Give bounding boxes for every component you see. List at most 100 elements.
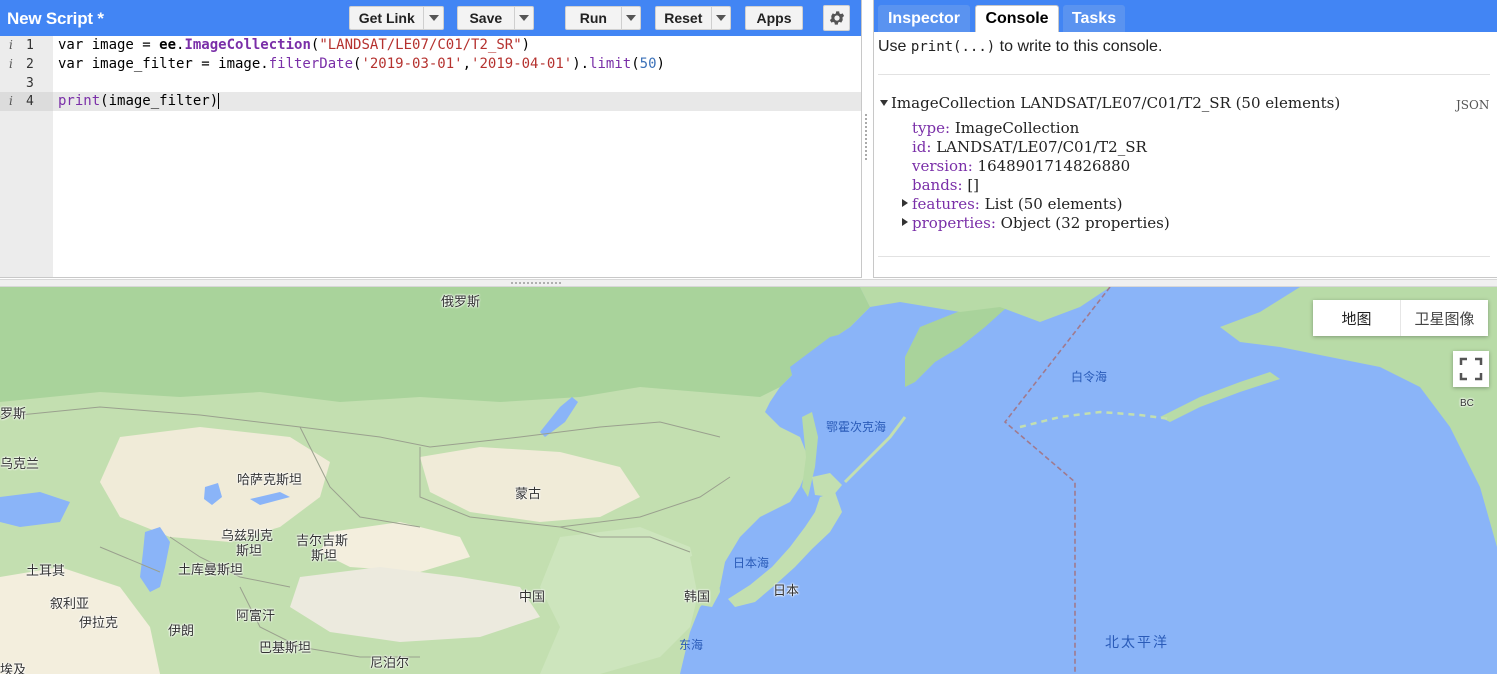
get-link-button[interactable]: Get Link [349, 6, 444, 30]
right-panel: Inspector Console Tasks Use print(...) t… [873, 0, 1497, 278]
panel-tabs: Inspector Console Tasks [874, 0, 1497, 32]
fullscreen-button[interactable] [1453, 351, 1489, 387]
code-token: '2019-04-01' [471, 56, 573, 72]
map-label-afghanistan: 阿富汗 [236, 608, 276, 623]
reset-button[interactable]: Reset [655, 6, 731, 30]
map-type-map-button[interactable]: 地图 [1313, 300, 1400, 336]
map-view[interactable]: 俄罗斯 罗斯 乌克兰 哈萨克斯坦 蒙古 乌兹别克 斯坦 吉尔吉斯 斯坦 土库曼斯… [0, 287, 1497, 674]
save-dropdown[interactable] [513, 7, 533, 29]
code-line-4[interactable]: print(image_filter) [53, 92, 861, 111]
prop-value: List (50 elements) [979, 195, 1123, 213]
sea-label-east-china-sea: 东海 [679, 638, 704, 652]
sea-label-north-pacific: 北太平洋 [1105, 634, 1169, 650]
settings-button[interactable] [823, 5, 850, 31]
console-separator [878, 74, 1490, 75]
prop-value: [] [962, 176, 980, 194]
map-label-bc: BC [1460, 398, 1474, 409]
collapse-triangle-icon[interactable] [880, 100, 888, 106]
apps-button[interactable]: Apps [745, 6, 803, 30]
line-number: 1 [26, 38, 34, 53]
code-token: ). [572, 56, 590, 72]
reset-dropdown[interactable] [710, 7, 730, 29]
hint-text: Use [878, 38, 911, 55]
console-hint: Use print(...) to write to this console. [878, 38, 1162, 56]
output-prop-features[interactable]: features: List (50 elements) [912, 195, 1122, 213]
map-label-kazakhstan: 哈萨克斯坦 [237, 472, 303, 487]
sea-label-sea-of-japan: 日本海 [733, 556, 770, 570]
map-label-ukraine: 乌克兰 [0, 456, 40, 471]
map-label-korea: 韩国 [684, 589, 711, 604]
map-label-turkey: 土耳其 [26, 563, 66, 578]
code-token: 50 [639, 56, 657, 72]
get-link-label: Get Link [358, 10, 415, 26]
tab-console[interactable]: Console [975, 5, 1059, 32]
kamchatka [905, 299, 1005, 387]
code-token: print [58, 93, 101, 109]
script-title: New Script * [7, 9, 104, 28]
horizontal-splitter[interactable] [0, 279, 1497, 287]
date-line [1003, 287, 1111, 674]
info-icon[interactable]: i [9, 36, 13, 55]
map-label-mongolia: 蒙古 [515, 486, 542, 501]
map-label-iraq: 伊拉克 [79, 615, 119, 630]
code-token: ) [656, 56, 665, 72]
code-token: filterDate [268, 56, 354, 72]
prop-key: bands: [912, 176, 963, 194]
output-prop-id: id: LANDSAT/LE07/C01/T2_SR [912, 138, 1147, 156]
splitter-grip[interactable] [510, 281, 562, 285]
code-token: var image = [58, 37, 160, 53]
code-editor-panel: New Script * Get Link Save Run Reset App… [0, 0, 862, 278]
code-token: limit [589, 56, 632, 72]
line-number: 3 [26, 76, 34, 91]
output-header[interactable]: ImageCollection LANDSAT/LE07/C01/T2_SR (… [891, 94, 1340, 112]
run-dropdown[interactable] [620, 7, 640, 29]
expand-triangle-icon[interactable] [902, 199, 908, 207]
info-icon[interactable]: i [9, 55, 13, 74]
map-type-satellite-button[interactable]: 卫星图像 [1400, 300, 1488, 336]
tab-tasks[interactable]: Tasks [1063, 5, 1125, 32]
sea-label-bering: 白令海 [1071, 370, 1108, 384]
run-button[interactable]: Run [565, 6, 641, 30]
map-label-iran: 伊朗 [168, 623, 195, 638]
code-line-1[interactable]: var image = ee.ImageCollection("LANDSAT/… [53, 36, 861, 55]
prop-key: id: [912, 138, 932, 156]
output-prop-properties[interactable]: properties: Object (32 properties) [912, 214, 1170, 232]
tab-inspector[interactable]: Inspector [878, 5, 970, 32]
output-prop-type: type: ImageCollection [912, 119, 1079, 137]
reset-label: Reset [664, 10, 703, 26]
map-label-egypt: 埃及 [0, 662, 27, 674]
chevron-down-icon [518, 15, 529, 21]
prop-key: version: [912, 157, 973, 175]
info-icon[interactable]: i [9, 92, 13, 111]
expand-triangle-icon[interactable] [902, 218, 908, 226]
gutter-line-2: i 2 [0, 55, 53, 74]
map-terrain [0, 287, 1497, 674]
prop-value: 1648901714826880 [972, 157, 1131, 175]
map-label-china: 中国 [519, 589, 546, 604]
line-number: 4 [26, 94, 34, 109]
save-button[interactable]: Save [457, 6, 534, 30]
code-line-3[interactable] [53, 74, 861, 93]
prop-value: Object (32 properties) [995, 214, 1170, 232]
prop-key: properties: [912, 214, 996, 232]
sea-label-okhotsk: 鄂霍次克海 [826, 420, 887, 434]
code-area[interactable]: var image = ee.ImageCollection("LANDSAT/… [53, 36, 861, 277]
code-line-2[interactable]: var image_filter = image.filterDate ('201… [53, 55, 861, 74]
gutter-line-4: i 4 [0, 92, 53, 111]
hint-code: print(...) [910, 39, 996, 55]
prop-key: features: [912, 195, 980, 213]
vertical-splitter[interactable] [863, 112, 869, 162]
console-separator [878, 256, 1490, 257]
map-label-turkmenistan: 土库曼斯坦 [178, 562, 244, 577]
line-number: 2 [26, 57, 34, 72]
prop-value: ImageCollection [950, 119, 1080, 137]
text-cursor [218, 93, 220, 109]
gutter-line-3: 3 [0, 74, 53, 93]
code-token: "LANDSAT/LE07/C01/T2_SR" [319, 37, 522, 53]
prop-value: LANDSAT/LE07/C01/T2_SR [931, 138, 1147, 156]
output-prop-version: version: 1648901714826880 [912, 157, 1130, 175]
get-link-dropdown[interactable] [423, 7, 443, 29]
json-link[interactable]: JSON [1456, 98, 1489, 112]
editor-toolbar: New Script * Get Link Save Run Reset App… [0, 0, 861, 36]
gutter-line-1: i 1 [0, 36, 53, 55]
